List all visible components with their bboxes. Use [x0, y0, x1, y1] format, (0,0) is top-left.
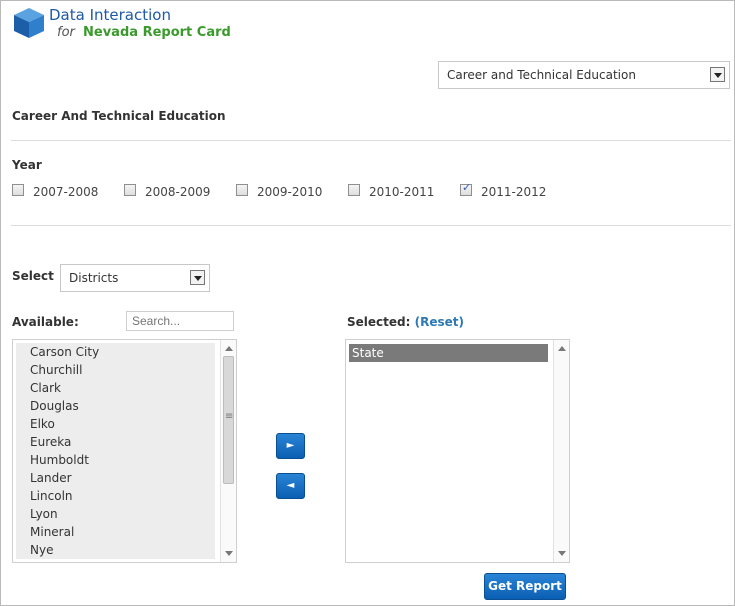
data-cube-icon [14, 8, 44, 38]
checkbox[interactable] [124, 184, 136, 196]
add-to-selected-button[interactable]: ► [276, 433, 305, 459]
divider [11, 140, 731, 141]
available-list[interactable]: Carson City Churchill Clark Douglas Elko… [12, 339, 237, 563]
scroll-thumb[interactable] [223, 356, 234, 484]
scrollbar[interactable] [220, 340, 236, 562]
list-item[interactable]: Carson City [16, 343, 215, 361]
level-select-label: Select [12, 269, 54, 283]
level-select-value: Districts [69, 271, 119, 285]
selected-label-group: Selected: (Reset) [347, 315, 464, 329]
list-item[interactable]: Lyon [16, 505, 215, 523]
remove-from-selected-button[interactable]: ◄ [276, 473, 305, 499]
brand-title: Data Interaction [49, 6, 171, 24]
divider [11, 225, 731, 226]
arrow-left-icon: ◄ [286, 480, 295, 491]
list-item-selected[interactable]: State [349, 344, 548, 362]
selected-label: Selected: [347, 315, 411, 329]
list-item[interactable]: Elko [16, 415, 215, 433]
scroll-up-icon[interactable] [225, 346, 233, 351]
chevron-down-icon[interactable] [710, 67, 725, 82]
brand-subtitle: for Nevada Report Card [57, 25, 231, 40]
year-option-label: 2008-2009 [145, 185, 211, 199]
checkbox[interactable] [348, 184, 360, 196]
chevron-down-icon[interactable] [190, 270, 205, 285]
list-item[interactable]: Humboldt [16, 451, 215, 469]
report-panel: Data Interaction for Nevada Report Card … [0, 0, 735, 606]
year-option-label: 2007-2008 [33, 185, 99, 199]
selected-list[interactable]: State [345, 339, 570, 563]
available-label: Available: [12, 315, 79, 329]
year-option-label: 2010-2011 [369, 185, 435, 199]
list-item[interactable]: Clark [16, 379, 215, 397]
scroll-down-icon[interactable] [558, 551, 566, 556]
level-select[interactable]: Districts [60, 264, 210, 292]
list-item[interactable]: Eureka [16, 433, 215, 451]
report-type-value: Career and Technical Education [447, 68, 636, 82]
year-option-label: 2009-2010 [257, 185, 323, 199]
get-report-button[interactable]: Get Report [484, 573, 566, 600]
section-title: Career And Technical Education [12, 109, 226, 123]
arrow-right-icon: ► [286, 440, 295, 451]
brand-sub-name: Nevada Report Card [83, 25, 231, 40]
scroll-up-icon[interactable] [558, 346, 566, 351]
report-type-select[interactable]: Career and Technical Education [438, 61, 730, 89]
checkbox[interactable] [236, 184, 248, 196]
checkbox[interactable] [12, 184, 24, 196]
list-item[interactable]: Nye [16, 541, 215, 559]
list-item[interactable]: Lander [16, 469, 215, 487]
brand-sub-prefix: for [57, 25, 75, 40]
search-input[interactable] [126, 311, 234, 331]
list-item[interactable]: Mineral [16, 523, 215, 541]
scroll-down-icon[interactable] [225, 551, 233, 556]
year-label: Year [12, 158, 42, 172]
checkbox-checked[interactable] [460, 181, 472, 196]
list-item[interactable]: Lincoln [16, 487, 215, 505]
available-list-items: Carson City Churchill Clark Douglas Elko… [16, 343, 215, 559]
list-item[interactable]: Churchill [16, 361, 215, 379]
list-item[interactable]: Douglas [16, 397, 215, 415]
selected-list-items: State [349, 344, 548, 362]
year-option-label: 2011-2012 [481, 185, 547, 199]
reset-link[interactable]: (Reset) [415, 315, 464, 329]
scrollbar[interactable] [553, 340, 569, 562]
